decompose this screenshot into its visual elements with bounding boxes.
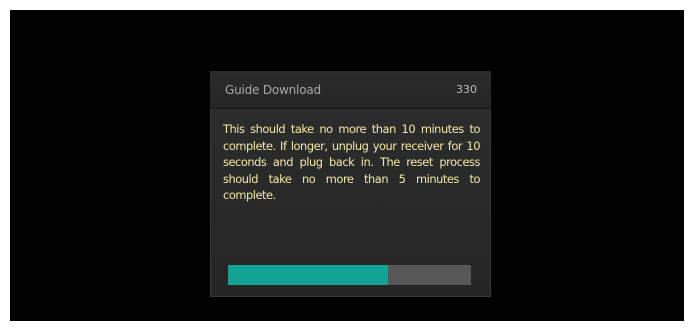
dialog-message: This should take no more than 10 minutes… bbox=[223, 122, 480, 202]
dialog-title: Guide Download bbox=[225, 83, 321, 97]
download-progress-bar bbox=[228, 265, 471, 285]
guide-download-dialog: Guide Download 330 This should take no m… bbox=[210, 71, 491, 297]
dialog-header: Guide Download 330 bbox=[210, 71, 491, 109]
download-progress-fill bbox=[228, 265, 388, 285]
tv-screen: Guide Download 330 This should take no m… bbox=[10, 10, 684, 321]
dialog-counter: 330 bbox=[456, 83, 477, 96]
